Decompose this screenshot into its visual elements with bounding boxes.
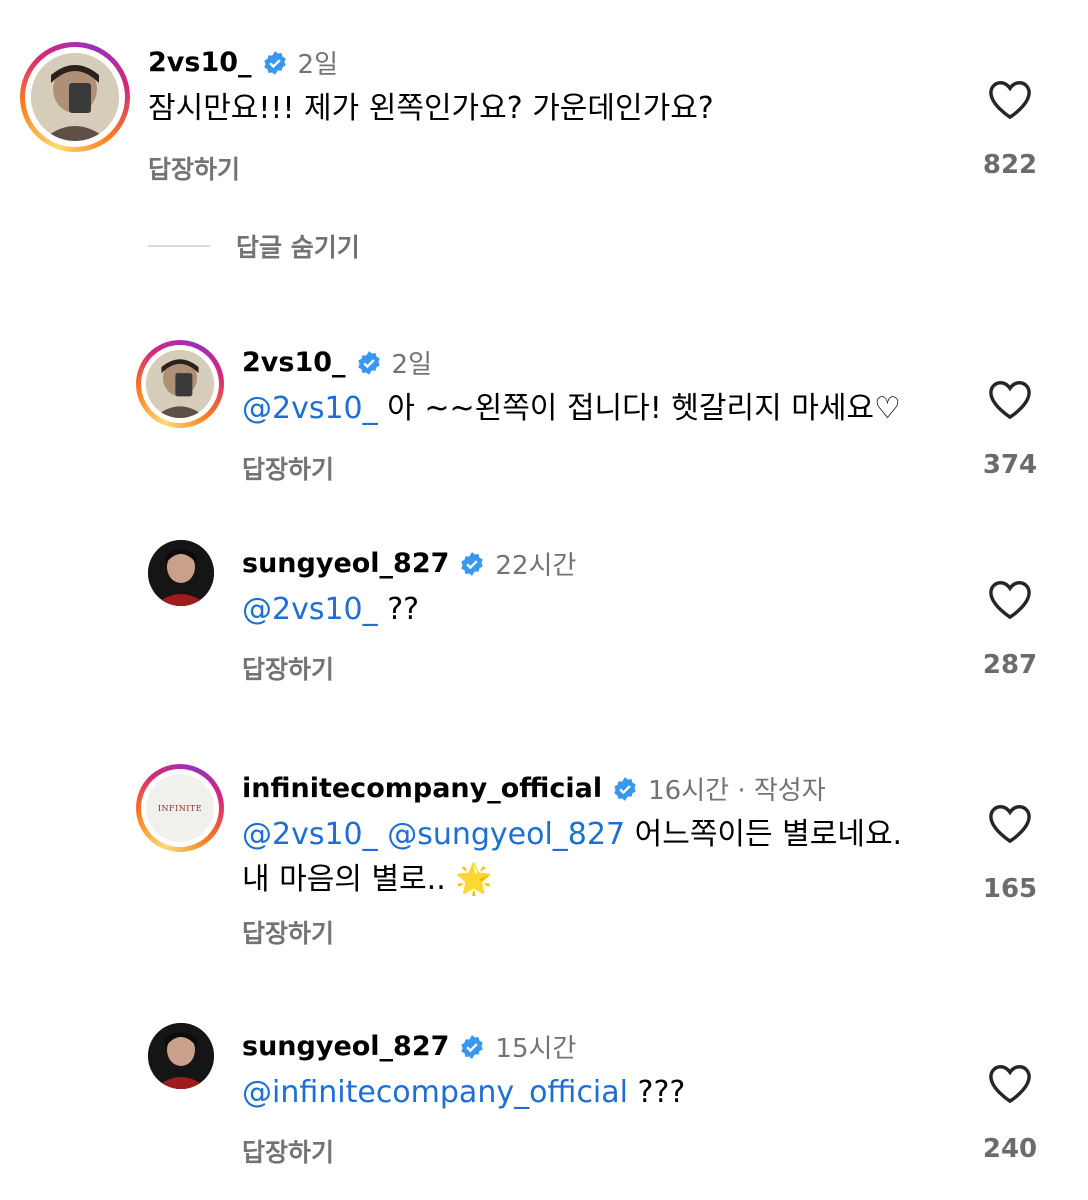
- reply-button[interactable]: 답장하기: [148, 150, 240, 186]
- username[interactable]: sungyeol_827: [242, 548, 449, 579]
- comment-text: 잠시만요!!! 제가 왼쪽인가요? 가운데인가요?: [148, 91, 714, 126]
- comment-text: @2vs10_ ??: [242, 592, 420, 627]
- verified-badge-icon: [461, 1034, 484, 1059]
- username[interactable]: 2vs10_: [242, 347, 346, 378]
- comment-item: 2vs10_ 2일 잠시만요!!! 제가 왼쪽인가요? 가운데인가요? 답장하기…: [0, 0, 1088, 200]
- comment-text: @2vs10_ @sungyeol_827 어느쪽이든 별로네요. 내 마음의 …: [242, 817, 903, 897]
- verified-badge-icon: [263, 50, 286, 75]
- like-count: 374: [982, 450, 1038, 480]
- profile-photo: [146, 350, 214, 418]
- reply-item: sungyeol_827 15시간 @infinitecompany_offic…: [0, 1020, 1088, 1195]
- verified-badge-icon: [357, 350, 380, 375]
- avatar[interactable]: [20, 42, 130, 152]
- reply-item: INFINITE infinitecompany_official 16시간 ·…: [0, 758, 1088, 958]
- hide-replies-button[interactable]: 답글 숨기기: [148, 228, 360, 264]
- mention-link[interactable]: @2vs10_: [242, 592, 378, 627]
- avatar[interactable]: [136, 340, 224, 428]
- profile-photo: [31, 53, 119, 141]
- mention-link[interactable]: @2vs10_: [242, 391, 378, 426]
- username[interactable]: 2vs10_: [148, 47, 252, 78]
- mention-link[interactable]: @2vs10_: [242, 817, 378, 852]
- hide-replies-label: 답글 숨기기: [236, 233, 360, 262]
- profile-photo: [148, 540, 214, 606]
- brand-logo: INFINITE: [157, 803, 203, 813]
- heart-icon[interactable]: [987, 78, 1033, 120]
- reply-button[interactable]: 답장하기: [242, 1133, 334, 1169]
- like-count: 165: [982, 874, 1038, 904]
- like-count: 287: [982, 650, 1038, 680]
- reply-item: 2vs10_ 2일 @2vs10_ 아 ~~왼쪽이 접니다! 헷갈리지 마세요♡…: [0, 330, 1088, 500]
- reply-button[interactable]: 답장하기: [242, 914, 334, 950]
- verified-badge-icon: [461, 551, 484, 576]
- username[interactable]: infinitecompany_official: [242, 773, 602, 804]
- heart-icon[interactable]: [987, 1062, 1033, 1104]
- timestamp: 22시간: [495, 551, 577, 581]
- mention-link[interactable]: @infinitecompany_official: [242, 1075, 628, 1110]
- comment-text: @2vs10_ 아 ~~왼쪽이 접니다! 헷갈리지 마세요♡: [242, 391, 901, 426]
- heart-icon[interactable]: [987, 802, 1033, 844]
- timestamp: 16시간 · 작성자: [648, 776, 826, 806]
- username[interactable]: sungyeol_827: [242, 1031, 449, 1062]
- avatar[interactable]: [148, 540, 214, 606]
- timestamp: 15시간: [495, 1034, 577, 1064]
- reply-item: sungyeol_827 22시간 @2vs10_ ?? 답장하기 287: [0, 535, 1088, 695]
- like-count: 240: [982, 1134, 1038, 1164]
- divider: [148, 245, 210, 247]
- reply-button[interactable]: 답장하기: [242, 650, 334, 686]
- profile-photo: [148, 1023, 214, 1089]
- reply-button[interactable]: 답장하기: [242, 450, 334, 486]
- verified-badge-icon: [614, 776, 636, 801]
- like-count: 822: [982, 150, 1038, 180]
- avatar[interactable]: INFINITE: [136, 764, 224, 852]
- comment-text: @infinitecompany_official ???: [242, 1075, 686, 1110]
- mention-link[interactable]: @sungyeol_827: [387, 817, 625, 852]
- heart-icon[interactable]: [987, 378, 1033, 420]
- avatar[interactable]: [148, 1023, 214, 1089]
- timestamp: 2일: [391, 350, 432, 380]
- heart-icon[interactable]: [987, 578, 1033, 620]
- timestamp: 2일: [297, 50, 338, 80]
